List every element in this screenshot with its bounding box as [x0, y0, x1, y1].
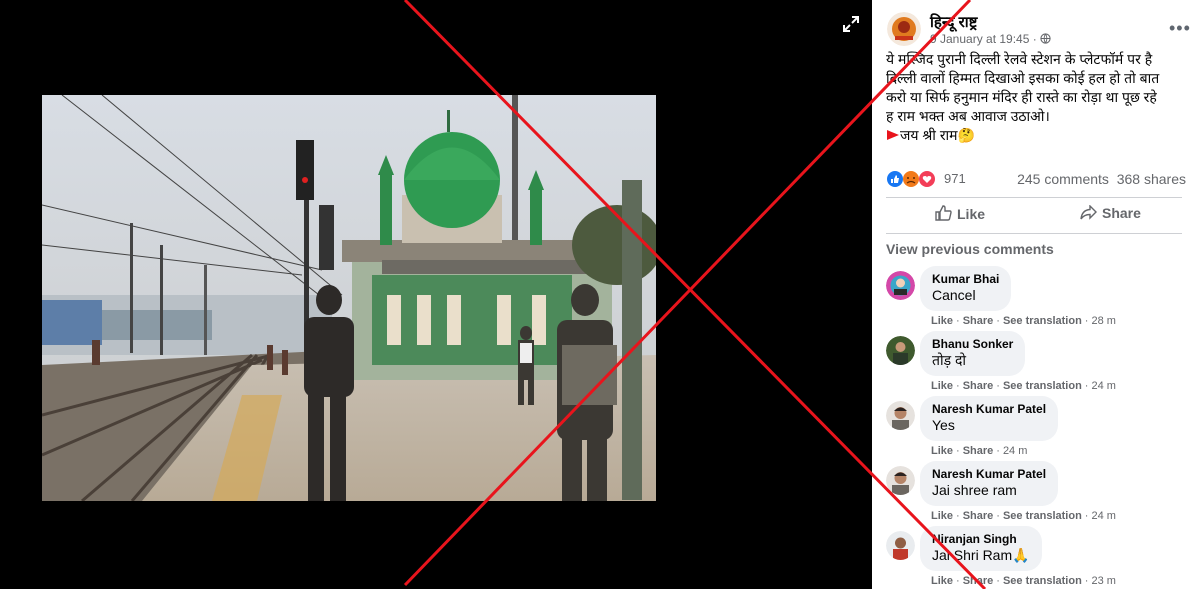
comment-item: Naresh Kumar Patel Jai shree ram Like · Sh…: [886, 461, 1196, 528]
post-text-line: ह राम भक्त अब आवाज उठाओ।: [886, 108, 1050, 124]
expand-icon[interactable]: [841, 14, 861, 34]
comment-like-button[interactable]: Like: [931, 380, 953, 392]
comments-count[interactable]: 245 comments: [1017, 171, 1109, 187]
see-translation-link[interactable]: See translation: [1003, 575, 1082, 587]
comment-time[interactable]: 24 m: [1091, 380, 1115, 392]
view-previous-comments[interactable]: View previous comments: [886, 241, 1054, 257]
comment-time[interactable]: 28 m: [1091, 315, 1115, 327]
comment-text: तोड़ दो: [932, 352, 967, 368]
like-icon: [935, 205, 952, 221]
avatar[interactable]: [886, 466, 915, 495]
shares-count[interactable]: 368 shares: [1117, 171, 1186, 187]
media-viewer: [0, 0, 872, 589]
comment-text: Jai shree ram: [932, 482, 1017, 498]
comment-time[interactable]: 23 m: [1091, 575, 1115, 587]
comment-meta: Like · Share · See translation · 23 m: [931, 575, 1116, 587]
comment-item: Naresh Kumar Patel Yes Like · Share · 24 m: [886, 396, 1196, 463]
globe-icon: [1040, 33, 1051, 44]
page-name[interactable]: हिन्दू राष्ट्र: [930, 12, 977, 32]
comment-author[interactable]: Niranjan Singh: [932, 532, 1030, 547]
reaction-bar: 971 245 comments 368 shares: [886, 168, 1186, 190]
comment-text: Cancel: [932, 287, 976, 303]
post-text-line: ये मस्जिद पुरानी दिल्ली रेलवे स्टेशन के …: [886, 51, 1153, 67]
comment-author[interactable]: Naresh Kumar Patel: [932, 402, 1046, 417]
thinking-emoji: 🤔: [957, 127, 975, 143]
post-timestamp[interactable]: 9 January at 19:45 ·: [930, 32, 1051, 46]
comment-author[interactable]: Kumar Bhai: [932, 272, 999, 287]
comment-bubble: Kumar Bhai Cancel: [920, 266, 1012, 311]
comment-author[interactable]: Naresh Kumar Patel: [932, 467, 1046, 482]
comment-meta: Like · Share · See translation · 28 m: [931, 315, 1116, 327]
post-text-line: दिल्ली वालों हिम्मत दिखाओ इसका कोई हल हो…: [886, 70, 1160, 86]
comment-text: Jai Shri Ram🙏: [932, 547, 1030, 563]
like-label: Like: [957, 206, 986, 222]
comment-meta: Like · Share · 24 m: [931, 445, 1028, 457]
engagement-counts: 245 comments 368 shares: [1017, 171, 1186, 187]
comment-like-button[interactable]: Like: [931, 510, 953, 522]
comment-like-button[interactable]: Like: [931, 315, 953, 327]
post-actions: Like Share: [886, 202, 1182, 230]
comment-share-button[interactable]: Share: [963, 445, 994, 457]
reaction-icons[interactable]: [886, 170, 942, 188]
comment-text: Yes: [932, 417, 955, 433]
comment-meta: Like · Share · See translation · 24 m: [931, 510, 1116, 522]
comment-item: Kumar Bhai Cancel Like · Share · See transla…: [886, 266, 1196, 333]
post-panel: हिन्दू राष्ट्र 9 January at 19:45 · ••• …: [872, 0, 1200, 589]
comment-like-button[interactable]: Like: [931, 445, 953, 457]
comment-bubble: Niranjan Singh Jai Shri Ram🙏: [920, 526, 1042, 571]
comment-bubble: Naresh Kumar Patel Yes: [920, 396, 1059, 441]
see-translation-link[interactable]: See translation: [1003, 510, 1082, 522]
comment-item: Niranjan Singh Jai Shri Ram🙏 Like · Share ·…: [886, 526, 1196, 589]
share-icon: [1080, 204, 1097, 220]
more-icon[interactable]: •••: [1169, 18, 1191, 39]
post-last-line-text: जय श्री राम: [900, 127, 958, 143]
avatar[interactable]: [886, 531, 915, 560]
reaction-count[interactable]: 971: [944, 171, 966, 186]
post-text: ये मस्जिद पुरानी दिल्ली रेलवे स्टेशन के …: [886, 50, 1186, 145]
comment-item: Bhanu Sonker तोड़ दो Like · Share · See tran…: [886, 331, 1196, 398]
post-photo[interactable]: [42, 95, 656, 501]
comment-share-button[interactable]: Share: [963, 575, 994, 587]
avatar[interactable]: [886, 271, 915, 300]
flag-icon: [887, 130, 899, 140]
comment-bubble: Naresh Kumar Patel Jai shree ram: [920, 461, 1059, 506]
post-text-last-line: जय श्री राम🤔: [886, 126, 1186, 145]
comment-share-button[interactable]: Share: [963, 315, 994, 327]
comment-time[interactable]: 24 m: [1003, 445, 1027, 457]
share-label: Share: [1102, 205, 1141, 221]
timestamp-text[interactable]: 9 January at 19:45 ·: [930, 32, 1040, 46]
see-translation-link[interactable]: See translation: [1003, 380, 1082, 392]
comment-meta: Like · Share · See translation · 24 m: [931, 380, 1116, 392]
avatar[interactable]: [886, 401, 915, 430]
page-avatar[interactable]: [887, 12, 921, 46]
like-button[interactable]: Like: [935, 205, 985, 222]
post-text-line: करो या सिर्फ हनुमान मंदिर ही रास्ते का र…: [886, 89, 1157, 105]
comment-share-button[interactable]: Share: [963, 510, 994, 522]
comment-like-button[interactable]: Like: [931, 575, 953, 587]
divider: [886, 197, 1182, 198]
see-translation-link[interactable]: See translation: [1003, 315, 1082, 327]
comment-time[interactable]: 24 m: [1091, 510, 1115, 522]
comment-bubble: Bhanu Sonker तोड़ दो: [920, 331, 1026, 376]
avatar[interactable]: [886, 336, 915, 365]
comment-author[interactable]: Bhanu Sonker: [932, 337, 1013, 352]
divider: [886, 233, 1182, 234]
share-button[interactable]: Share: [1080, 204, 1141, 221]
comment-share-button[interactable]: Share: [963, 380, 994, 392]
